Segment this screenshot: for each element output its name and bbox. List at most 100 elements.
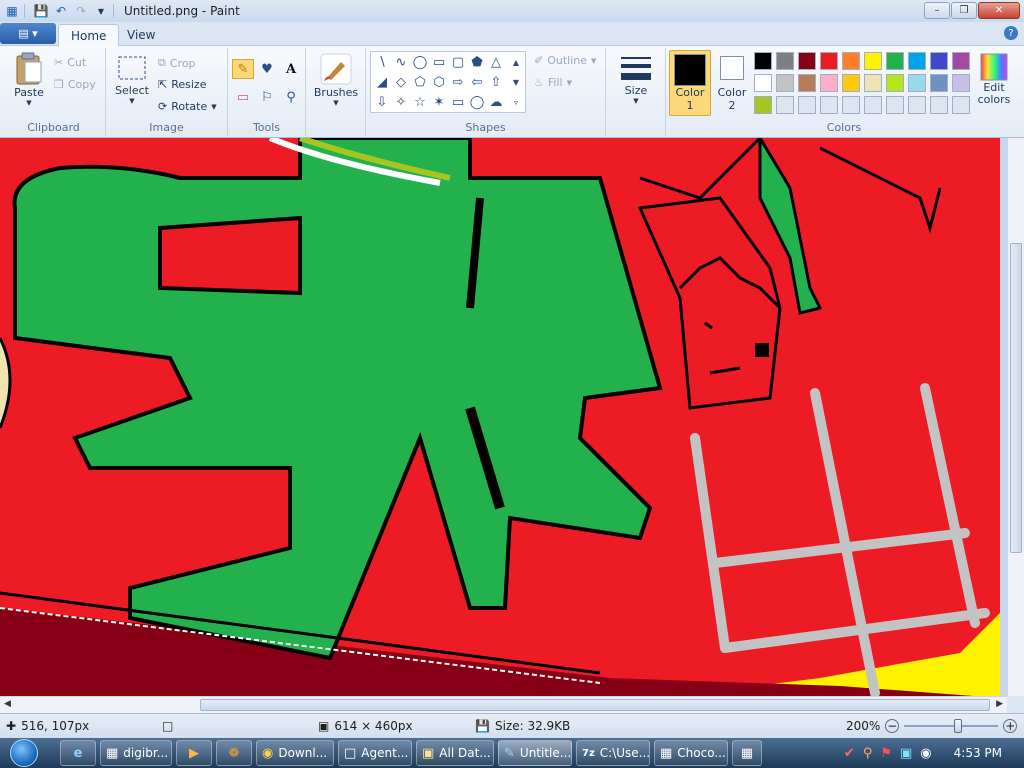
palette-color-swatch[interactable] <box>754 74 772 92</box>
rectangle-shape-icon[interactable]: ▭ <box>430 53 448 71</box>
palette-color-swatch[interactable] <box>908 74 926 92</box>
palette-color-swatch[interactable] <box>842 96 860 114</box>
paste-button[interactable]: Paste ▼ <box>8 52 50 107</box>
palette-color-swatch[interactable] <box>820 74 838 92</box>
diamond-shape-icon[interactable]: ◇ <box>392 73 410 91</box>
right-arrow-shape-icon[interactable]: ⇨ <box>449 73 467 91</box>
zoom-in-icon[interactable]: + <box>1003 719 1018 733</box>
palette-color-swatch[interactable] <box>776 74 794 92</box>
tab-home[interactable]: Home <box>58 24 120 46</box>
cut-button[interactable]: ✂ Cut <box>54 56 86 69</box>
help-icon[interactable]: ? <box>1004 26 1018 40</box>
palette-color-swatch[interactable] <box>886 96 904 114</box>
color-picker-tool[interactable]: ⚐ <box>256 87 278 107</box>
tab-view[interactable]: View <box>115 24 167 46</box>
close-button[interactable]: ✕ <box>978 2 1020 19</box>
start-button[interactable] <box>4 738 44 768</box>
left-arrow-shape-icon[interactable]: ⇦ <box>468 73 486 91</box>
oval-shape-icon[interactable]: ◯ <box>411 53 429 71</box>
save-icon[interactable]: 💾 <box>33 3 49 19</box>
scroll-left-icon[interactable]: ◀ <box>4 699 11 709</box>
palette-color-swatch[interactable] <box>864 96 882 114</box>
shapes-scroll-up-icon[interactable]: ▲ <box>507 53 525 71</box>
zoom-slider[interactable] <box>904 719 999 733</box>
pencil-tool[interactable]: ✎ <box>232 59 254 79</box>
paint-menu-button[interactable]: ▤ ▾ <box>0 23 56 44</box>
customize-quick-access-icon[interactable]: ▼ <box>93 3 109 19</box>
crop-button[interactable]: ⧉ Crop <box>158 56 196 70</box>
paint-app-icon[interactable]: ▦ <box>4 3 20 19</box>
palette-color-swatch[interactable] <box>776 96 794 114</box>
triangle-shape-icon[interactable]: △ <box>487 53 505 71</box>
palette-color-swatch[interactable] <box>820 96 838 114</box>
palette-color-swatch[interactable] <box>908 52 926 70</box>
horizontal-scroll-thumb[interactable] <box>200 699 990 711</box>
resize-button[interactable]: ⇱ Resize <box>158 78 206 91</box>
copy-button[interactable]: ❐ Copy <box>54 78 96 91</box>
taskbar-item-all-data[interactable]: ▣ All Dat... <box>416 740 494 766</box>
five-point-star-shape-icon[interactable]: ☆ <box>411 93 429 111</box>
taskbar-item-digibr[interactable]: ▦ digibr... <box>100 740 172 766</box>
six-point-star-shape-icon[interactable]: ✶ <box>430 93 448 111</box>
canvas-area[interactable] <box>0 138 1024 696</box>
scroll-right-icon[interactable]: ▶ <box>996 699 1003 709</box>
four-point-star-shape-icon[interactable]: ✧ <box>392 93 410 111</box>
up-arrow-shape-icon[interactable]: ⇧ <box>487 73 505 91</box>
rotate-button[interactable]: ⟳ Rotate ▼ <box>158 100 217 113</box>
curve-shape-icon[interactable]: ∿ <box>392 53 410 71</box>
volume-icon[interactable]: ◉ <box>920 746 931 761</box>
drawing-canvas[interactable] <box>0 138 1007 696</box>
color1-button[interactable]: Color 1 <box>669 50 711 116</box>
hexagon-shape-icon[interactable]: ⬡ <box>430 73 448 91</box>
redo-icon[interactable]: ↷ <box>73 3 89 19</box>
palette-color-swatch[interactable] <box>930 52 948 70</box>
checkmark-icon[interactable]: ✔ <box>844 746 855 761</box>
palette-color-swatch[interactable] <box>842 52 860 70</box>
search-icon[interactable]: ⚲ <box>863 746 873 761</box>
vertical-scroll-thumb[interactable] <box>1010 243 1022 553</box>
palette-color-swatch[interactable] <box>908 96 926 114</box>
palette-color-swatch[interactable] <box>798 74 816 92</box>
ie-pinned[interactable]: e <box>60 740 96 766</box>
taskbar-item-agent[interactable]: □ Agent... <box>338 740 412 766</box>
palette-color-swatch[interactable] <box>886 52 904 70</box>
palette-color-swatch[interactable] <box>754 52 772 70</box>
taskbar-item-choco[interactable]: ▦ Choco... <box>654 740 728 766</box>
zoom-slider-thumb[interactable] <box>954 719 963 733</box>
fill-button[interactable]: ♨ Fill ▼ <box>534 76 572 89</box>
palette-color-swatch[interactable] <box>952 96 970 114</box>
palette-color-swatch[interactable] <box>952 74 970 92</box>
line-shape-icon[interactable]: ∖ <box>373 53 391 71</box>
rounded-callout-shape-icon[interactable]: ▭ <box>449 93 467 111</box>
palette-color-swatch[interactable] <box>798 52 816 70</box>
undo-icon[interactable]: ↶ <box>53 3 69 19</box>
maximize-button[interactable]: ❐ <box>951 2 977 19</box>
palette-color-swatch[interactable] <box>842 74 860 92</box>
size-button[interactable]: Size ▼ <box>616 54 656 105</box>
down-arrow-shape-icon[interactable]: ⇩ <box>373 93 391 111</box>
palette-color-swatch[interactable] <box>820 52 838 70</box>
display-icon[interactable]: ▣ <box>900 746 912 761</box>
media-player-pinned[interactable]: ▶ <box>176 740 212 766</box>
calculator-pinned[interactable]: ▦ <box>732 740 762 766</box>
app-pinned[interactable]: ❁ <box>216 740 252 766</box>
rounded-rectangle-shape-icon[interactable]: ▢ <box>449 53 467 71</box>
taskbar-item-7zip[interactable]: 7z C:\Use... <box>576 740 650 766</box>
palette-color-swatch[interactable] <box>864 74 882 92</box>
color2-button[interactable]: Color 2 <box>713 50 751 116</box>
palette-color-swatch[interactable] <box>952 52 970 70</box>
pentagon-shape-icon[interactable]: ⬠ <box>411 73 429 91</box>
edit-colors-button[interactable]: Edit colors <box>974 52 1014 106</box>
text-tool[interactable]: A <box>280 59 302 79</box>
flag-icon[interactable]: ⚑ <box>880 746 892 761</box>
oval-callout-shape-icon[interactable]: ◯ <box>468 93 486 111</box>
horizontal-scrollbar[interactable]: ◀ ▶ <box>0 696 1007 713</box>
brushes-button[interactable]: Brushes ▼ <box>314 52 358 107</box>
taskbar-item-paint[interactable]: ✎ Untitle... <box>498 740 572 766</box>
shapes-scroll-down-icon[interactable]: ▼ <box>507 73 525 91</box>
palette-color-swatch[interactable] <box>776 52 794 70</box>
right-triangle-shape-icon[interactable]: ◢ <box>373 73 391 91</box>
vertical-scrollbar[interactable] <box>1007 138 1024 696</box>
zoom-out-icon[interactable]: − <box>885 719 900 733</box>
palette-color-swatch[interactable] <box>930 96 948 114</box>
